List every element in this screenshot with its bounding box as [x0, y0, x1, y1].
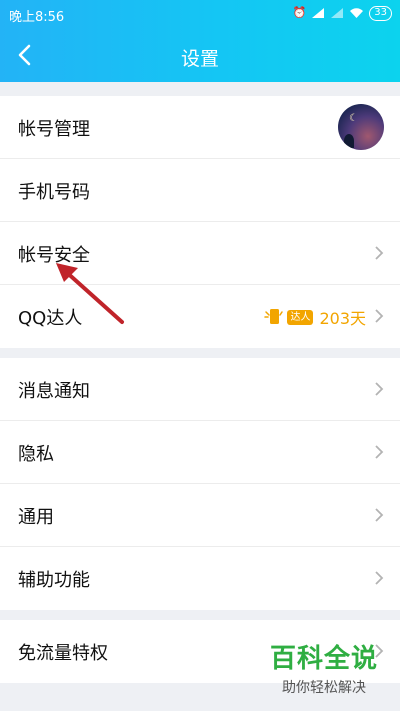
row-notifications[interactable]: 消息通知 [0, 358, 400, 421]
watermark: 百科全说 助你轻松解决 [268, 638, 380, 697]
annotation-arrow-icon [56, 263, 124, 324]
chevron-right-icon [375, 246, 384, 260]
row-account-management[interactable]: 帐号管理 ☾ [0, 96, 400, 159]
expert-badge: 达人 203天 [263, 305, 366, 329]
row-accessibility[interactable]: 辅助功能 [0, 547, 400, 610]
status-bar: 晚上8:56 ⏰ 33 [0, 0, 400, 28]
row-label: 通用 [18, 507, 54, 528]
avatar[interactable]: ☾ [338, 104, 384, 150]
watermark-brand: 百科全说 [269, 644, 378, 674]
moon-icon: ☾ [349, 113, 358, 124]
chevron-right-icon [375, 309, 384, 323]
status-time: 晚上8:56 [9, 10, 65, 25]
chevron-right-icon [375, 508, 384, 522]
settings-group-general: 消息通知 隐私 通用 辅助功能 [0, 358, 400, 610]
chevron-right-icon [375, 382, 384, 396]
phone-badge-icon [264, 309, 284, 324]
row-general[interactable]: 通用 [0, 484, 400, 547]
chevron-right-icon [375, 445, 384, 459]
tree-icon [344, 134, 354, 148]
title-bar: 晚上8:56 ⏰ 33 设置 [0, 0, 400, 82]
battery-icon: 33 [369, 5, 392, 21]
page-title: 设置 [180, 48, 219, 70]
expert-tag: 达人 [287, 309, 314, 325]
alarm-icon: ⏰ [292, 6, 307, 19]
row-label: 消息通知 [18, 381, 90, 402]
row-label: 免流量特权 [18, 643, 108, 664]
row-label: 隐私 [18, 444, 54, 465]
signal-icon [312, 8, 325, 18]
expert-days: 203天 [319, 309, 366, 328]
row-label: 帐号管理 [18, 119, 90, 140]
chevron-right-icon [375, 571, 384, 585]
signal-icon [331, 8, 344, 18]
wifi-icon [350, 8, 364, 18]
status-icons: ⏰ 33 [293, 5, 392, 21]
row-label: 手机号码 [18, 182, 90, 203]
row-phone-number[interactable]: 手机号码 [0, 159, 400, 222]
row-privacy[interactable]: 隐私 [0, 421, 400, 484]
row-label: 辅助功能 [18, 570, 90, 591]
watermark-slogan: 助你轻松解决 [282, 680, 366, 696]
